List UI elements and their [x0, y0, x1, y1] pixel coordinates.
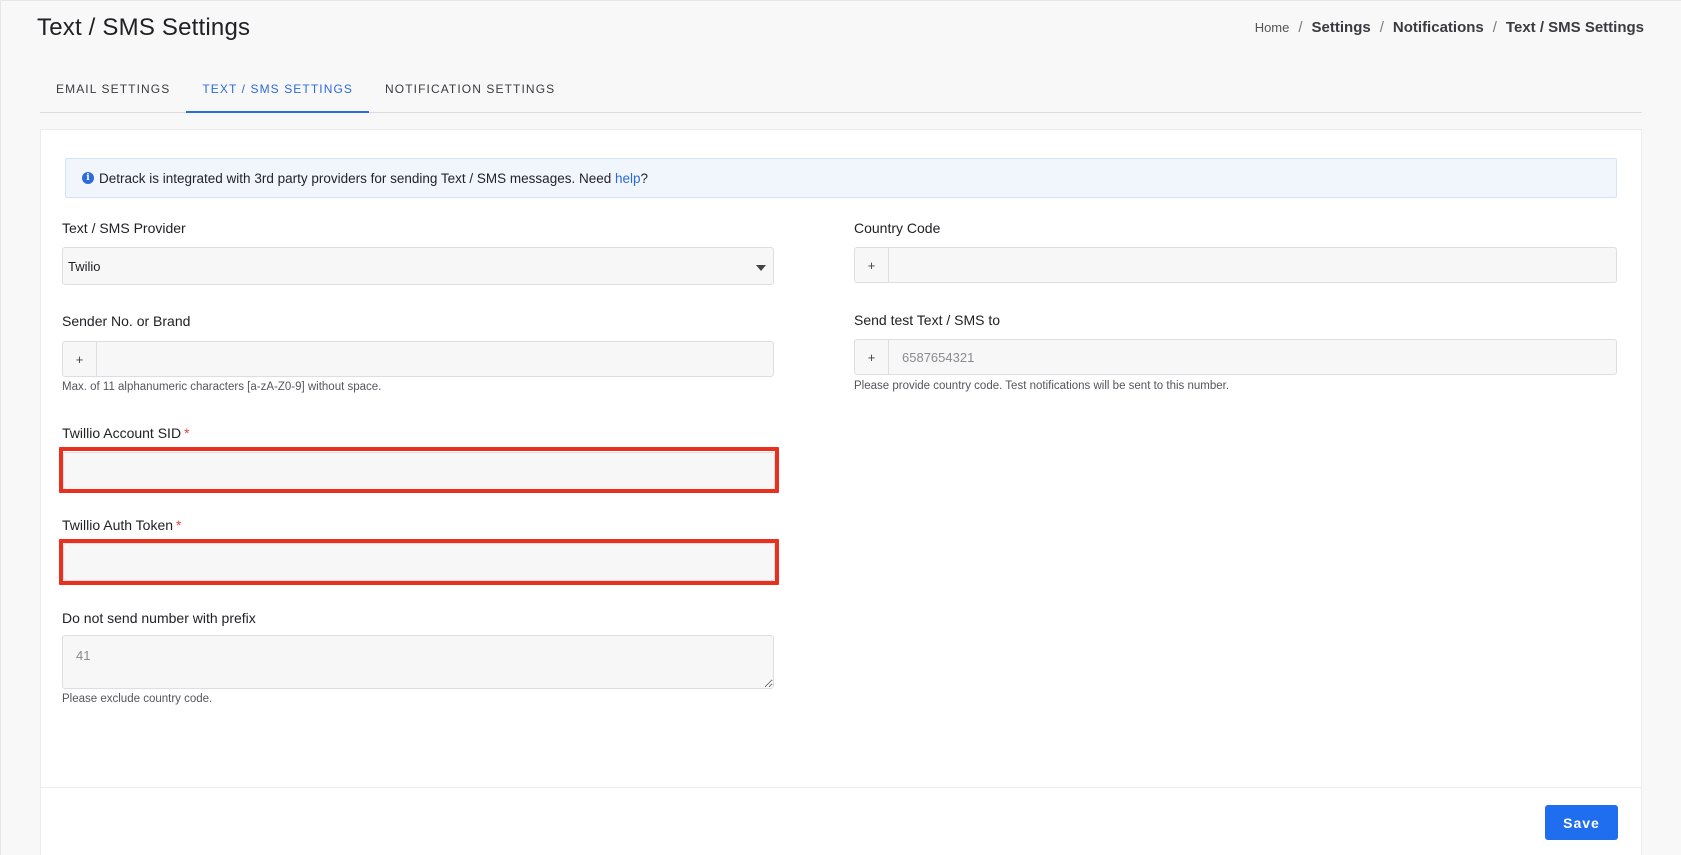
breadcrumb-home[interactable]: Home: [1255, 20, 1290, 35]
sender-label: Sender No. or Brand: [62, 313, 191, 329]
required-mark: *: [176, 517, 182, 533]
breadcrumb-current: Text / SMS Settings: [1505, 19, 1644, 36]
sender-help: Max. of 11 alphanumeric characters [a-zA…: [62, 381, 382, 393]
breadcrumb-notifications[interactable]: Notifications: [1393, 19, 1484, 36]
plus-prefix: +: [855, 248, 889, 282]
info-circle-icon: i: [82, 172, 94, 184]
country-code-input-group: +: [854, 247, 1617, 283]
breadcrumb-separator: /: [1379, 19, 1384, 36]
tab-email-settings[interactable]: EMAIL SETTINGS: [40, 74, 186, 112]
info-suffix: ?: [640, 170, 649, 186]
test-to-help: Please provide country code. Test notifi…: [854, 380, 1230, 392]
exclude-prefix-label: Do not send number with prefix: [62, 610, 256, 626]
provider-select[interactable]: Twilio: [62, 247, 774, 285]
breadcrumb-separator: /: [1298, 19, 1303, 36]
page-title: Text / SMS Settings: [37, 14, 251, 41]
country-code-input[interactable]: [889, 248, 1616, 282]
plus-prefix: +: [63, 342, 97, 376]
info-text: Detrack is integrated with 3rd party pro…: [99, 170, 612, 186]
required-mark: *: [184, 425, 190, 441]
breadcrumb-settings[interactable]: Settings: [1312, 19, 1371, 36]
exclude-prefix-textarea[interactable]: [63, 636, 773, 688]
save-button[interactable]: Save: [1545, 805, 1618, 840]
plus-prefix: +: [855, 340, 889, 374]
account-sid-label-text: Twillio Account SID: [62, 425, 182, 441]
help-link[interactable]: help: [615, 171, 641, 186]
test-to-input-group: +: [854, 339, 1617, 375]
settings-tabs: EMAIL SETTINGS TEXT / SMS SETTINGS NOTIF…: [40, 74, 1642, 113]
auth-token-label: Twillio Auth Token *: [62, 517, 181, 533]
tab-text-sms-settings[interactable]: TEXT / SMS SETTINGS: [186, 74, 370, 113]
breadcrumb: Home / Settings / Notifications / Text /…: [1255, 19, 1644, 36]
chevron-down-icon: [756, 265, 766, 271]
info-banner: i Detrack is integrated with 3rd party p…: [65, 158, 1617, 198]
exclude-prefix-field: [62, 635, 774, 689]
provider-value: Twilio: [68, 258, 101, 274]
sender-input[interactable]: [97, 342, 773, 376]
account-sid-label: Twillio Account SID *: [62, 425, 190, 441]
settings-card: i Detrack is integrated with 3rd party p…: [40, 129, 1642, 855]
validation-highlight: [59, 539, 779, 585]
tab-notification-settings[interactable]: NOTIFICATION SETTINGS: [369, 74, 571, 112]
breadcrumb-separator: /: [1492, 19, 1497, 36]
provider-label: Text / SMS Provider: [62, 220, 186, 236]
validation-highlight: [59, 447, 779, 493]
auth-token-label-text: Twillio Auth Token: [62, 517, 174, 533]
divider: [41, 787, 1641, 788]
country-code-label: Country Code: [854, 220, 941, 236]
test-to-label: Send test Text / SMS to: [854, 312, 1001, 328]
exclude-prefix-help: Please exclude country code.: [62, 693, 213, 705]
test-to-input[interactable]: [889, 340, 1616, 374]
sender-input-group: +: [62, 341, 774, 377]
